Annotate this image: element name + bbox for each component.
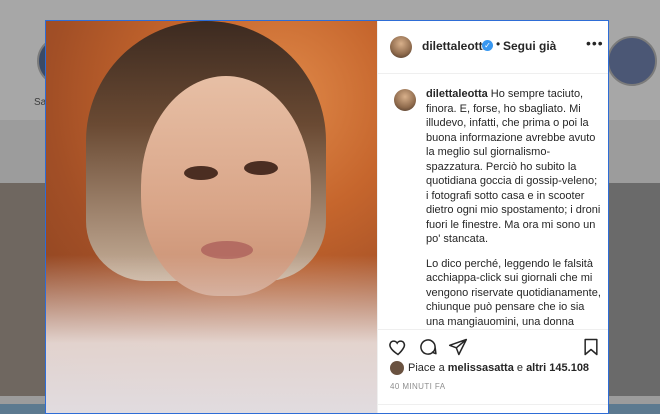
feed-tile [609, 404, 660, 414]
caption-paragraph: Ho sempre taciuto, finora. E, forse, ho … [426, 88, 601, 245]
share-icon[interactable] [448, 337, 468, 357]
more-options-icon[interactable]: ••• [586, 35, 604, 51]
verified-badge-icon: ✓ [482, 40, 493, 51]
follow-button[interactable]: Segui già [503, 39, 556, 53]
caption: dilettaleotta Ho sempre taciuto, finora.… [378, 83, 608, 328]
feed-tile [0, 183, 45, 396]
heart-icon[interactable] [388, 337, 408, 357]
post-image[interactable] [46, 21, 377, 413]
avatar [390, 361, 404, 375]
story-avatar[interactable] [607, 36, 657, 86]
comment-icon[interactable] [418, 337, 438, 357]
feed-tile [0, 404, 45, 414]
bookmark-icon[interactable] [581, 337, 601, 357]
avatar[interactable] [394, 89, 416, 111]
caption-username[interactable]: dilettaleotta [426, 88, 488, 100]
liker-username[interactable]: melissasatta [448, 362, 514, 374]
separator: • [496, 37, 501, 51]
likes-summary: Piace a melissasatta e altri 145.108 [390, 361, 589, 375]
action-bar [378, 331, 608, 361]
caption-paragraph: Lo dico perché, leggendo le falsità acch… [426, 257, 601, 328]
divider [378, 329, 608, 330]
username-link[interactable]: dilettaleotta [422, 39, 489, 53]
avatar[interactable] [390, 36, 412, 58]
divider [378, 404, 608, 405]
likes-count-link[interactable]: altri 145.108 [526, 362, 589, 374]
post-header: dilettaleotta ✓ • Segui già ••• [378, 21, 608, 74]
post-sidebar: dilettaleotta ✓ • Segui già ••• dilettal… [377, 21, 608, 413]
timestamp[interactable]: 40 MINUTI FA [390, 382, 445, 391]
feed-tile [609, 183, 660, 396]
post-modal: dilettaleotta ✓ • Segui già ••• dilettal… [45, 20, 609, 414]
